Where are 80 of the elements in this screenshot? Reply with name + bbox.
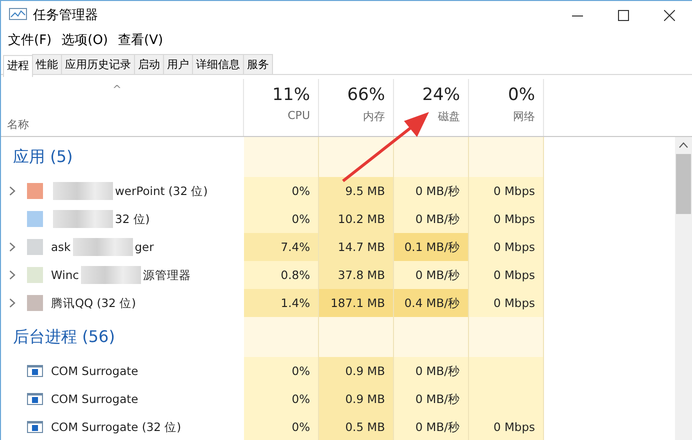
- process-name: ger: [134, 240, 154, 254]
- table-cell: 0%: [244, 205, 319, 233]
- table-cell: 0 Mbps: [469, 261, 544, 289]
- expand-chevron-icon[interactable]: [9, 270, 16, 280]
- process-name: COM Surrogate: [51, 392, 138, 406]
- table-cell: 0.4 MB/秒: [394, 289, 469, 317]
- close-icon: [664, 10, 674, 20]
- tab[interactable]: 应用历史记录: [61, 54, 135, 74]
- table-cell: 0 MB/秒: [394, 261, 469, 289]
- process-name: 腾讯QQ (32 位): [51, 296, 136, 310]
- table-cell: 0 Mbps: [469, 413, 544, 440]
- table-cell: 0.1 MB/秒: [394, 233, 469, 261]
- table-cell: 0 Mbps: [469, 205, 544, 233]
- table-cell: 0 MB/秒: [394, 413, 469, 440]
- window-icon: [27, 363, 43, 379]
- expand-chevron-icon[interactable]: [9, 186, 16, 196]
- usage-percent: 11%: [272, 85, 310, 105]
- table-cell: 0 Mbps: [469, 177, 544, 205]
- column-header[interactable]: 磁盘: [438, 109, 460, 124]
- column-header[interactable]: CPU: [288, 109, 310, 122]
- table-cell: 0 MB/秒: [394, 357, 469, 385]
- column-header[interactable]: 网络: [513, 109, 535, 124]
- scrollbar[interactable]: [675, 137, 692, 440]
- window-icon: [27, 391, 43, 407]
- usage-percent: 24%: [422, 85, 460, 105]
- process-name: 32 位): [115, 212, 150, 226]
- menu-item[interactable]: 查看(V): [113, 31, 168, 49]
- blurred-patch: [53, 210, 113, 228]
- window-title: 任务管理器: [33, 7, 99, 24]
- menu-item[interactable]: 选项(O): [56, 31, 114, 49]
- table-cell: 0.8%: [244, 261, 319, 289]
- blurred-patch: [72, 238, 133, 256]
- tab[interactable]: 进程: [3, 55, 33, 77]
- process-name: werPoint (32 位): [115, 184, 208, 198]
- table-cell: 0%: [244, 357, 319, 385]
- blurred-patch: [53, 182, 113, 200]
- table-cell: 187.1 MB: [319, 289, 394, 317]
- process-name: ask: [51, 240, 71, 254]
- table-cell: 37.8 MB: [319, 261, 394, 289]
- table-cell: 0%: [244, 177, 319, 205]
- blurred-patch: [80, 266, 141, 284]
- tab[interactable]: 启动: [134, 54, 164, 74]
- column-header[interactable]: 名称: [7, 117, 237, 132]
- tab[interactable]: 详细信息: [192, 54, 244, 74]
- table-cell: 0 MB/秒: [394, 177, 469, 205]
- table-cell: 0 Mbps: [469, 289, 544, 317]
- process-name: 源管理器: [142, 268, 191, 282]
- process-name: COM Surrogate: [51, 364, 138, 378]
- tab[interactable]: 用户: [163, 54, 193, 74]
- expand-chevron-icon[interactable]: [9, 242, 16, 252]
- menu-item[interactable]: 文件(F): [3, 31, 57, 49]
- expand-chevron-icon[interactable]: [9, 298, 16, 308]
- table-cell: 0%: [244, 413, 319, 440]
- tab[interactable]: 性能: [32, 54, 62, 74]
- usage-percent: 0%: [508, 85, 535, 105]
- table-cell: 0.5 MB: [319, 413, 394, 440]
- table-cell: 7.4%: [244, 233, 319, 261]
- process-name: Winc: [51, 268, 79, 282]
- table-cell: 14.7 MB: [319, 233, 394, 261]
- usage-percent: 66%: [347, 85, 385, 105]
- maximize-icon: [618, 10, 628, 20]
- app-icon: [9, 8, 27, 22]
- sort-indicator[interactable]: ^: [112, 83, 122, 96]
- window-icon: [27, 419, 43, 435]
- table-cell: 9.5 MB: [319, 177, 394, 205]
- group-title: 应用 (5): [12, 146, 73, 168]
- table-cell: 0 Mbps: [469, 233, 544, 261]
- table-cell: 0%: [244, 385, 319, 413]
- scroll-up-icon[interactable]: [679, 142, 688, 148]
- table-cell: 1.4%: [244, 289, 319, 317]
- table-cell: 0.9 MB: [319, 357, 394, 385]
- group-title: 后台进程 (56): [12, 326, 115, 348]
- table-cell: 0 MB/秒: [394, 385, 469, 413]
- scrollbar-thumb[interactable]: [676, 154, 691, 214]
- table-cell: 0.9 MB: [319, 385, 394, 413]
- process-name: COM Surrogate (32 位): [51, 420, 182, 434]
- tab[interactable]: 服务: [243, 54, 273, 74]
- table-cell: 10.2 MB: [319, 205, 394, 233]
- table-cell: 0 MB/秒: [394, 205, 469, 233]
- column-header[interactable]: 内存: [363, 109, 385, 124]
